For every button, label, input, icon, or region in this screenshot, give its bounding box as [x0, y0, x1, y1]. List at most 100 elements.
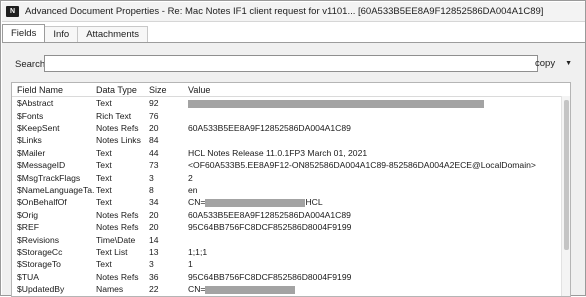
- value-cell: CN= HCL: [188, 197, 568, 207]
- column-header-field-name[interactable]: Field Name: [17, 85, 95, 95]
- size-cell: 76: [149, 110, 159, 121]
- field-name-cell: $MsgTrackFlags: [17, 172, 81, 183]
- value-text: CN=: [188, 284, 206, 295]
- search-label: Search:: [15, 59, 48, 70]
- table-row[interactable]: $REF Notes Refs 20 95C64BB756FC8DCF852586D8…: [12, 221, 570, 233]
- field-name-cell: $KeepSent: [17, 122, 60, 133]
- size-cell: 20: [149, 122, 159, 133]
- value-text: 95C64BB756FC8DCF852586D8004F9199: [188, 271, 352, 282]
- size-cell: 36: [149, 271, 159, 282]
- value-suffix-text: HCL: [305, 197, 323, 208]
- value-text: 1: [188, 259, 193, 270]
- data-type-cell: Time\Date: [96, 234, 136, 245]
- field-name-cell: $TUA: [17, 271, 39, 282]
- table-row[interactable]: $MessageID Text 73 <OF60A533B5.EE8A9F12-ON8…: [12, 159, 570, 171]
- value-cell: [188, 98, 568, 108]
- value-text: 60A533B5EE8A9F12852586DA004A1C89: [188, 122, 351, 133]
- data-type-cell: Rich Text: [96, 110, 132, 121]
- properties-window: N Advanced Document Properties - Re: Mac…: [0, 0, 586, 297]
- data-type-cell: Notes Refs: [96, 222, 139, 233]
- value-cell: 1;1;1: [188, 247, 568, 257]
- column-header-size[interactable]: Size: [149, 85, 185, 95]
- data-type-cell: Text: [96, 197, 112, 208]
- size-cell: 3: [149, 259, 154, 270]
- copy-dropdown-button[interactable]: copy ▼: [535, 56, 572, 71]
- size-cell: 22: [149, 284, 159, 295]
- field-name-cell: $Revisions: [17, 234, 60, 245]
- table-row[interactable]: $Revisions Time\Date 14: [12, 233, 570, 245]
- field-name-cell: $MessageID: [17, 160, 66, 171]
- table-row[interactable]: $Abstract Text 92: [12, 97, 570, 109]
- value-text: <OF60A533B5.EE8A9F12-ON852586DA004A1C89-…: [188, 160, 536, 171]
- fields-table: Field Name Data Type Size Value $Abstrac…: [11, 82, 571, 297]
- size-cell: 13: [149, 246, 159, 257]
- size-cell: 44: [149, 147, 159, 158]
- tab-info[interactable]: Info: [44, 26, 79, 42]
- redaction-block: [205, 285, 296, 294]
- value-cell: 2: [188, 173, 568, 183]
- table-row[interactable]: $StorageCc Text List 13 1;1;1: [12, 246, 570, 258]
- data-type-cell: Text: [96, 147, 112, 158]
- field-name-cell: $Links: [17, 135, 42, 146]
- size-cell: 14: [149, 234, 159, 245]
- field-name-cell: $StorageCc: [17, 246, 63, 257]
- size-cell: 92: [149, 98, 159, 109]
- table-row[interactable]: $Links Notes Links 84: [12, 134, 570, 146]
- tab-attachments[interactable]: Attachments: [77, 26, 149, 42]
- table-row[interactable]: $KeepSent Notes Refs 20 60A533B5EE8A9F12852…: [12, 122, 570, 134]
- data-type-cell: Text: [96, 184, 112, 195]
- value-cell: 95C64BB756FC8DCF852586D8004F9199: [188, 272, 568, 282]
- field-name-cell: $Orig: [17, 209, 39, 220]
- column-header-value[interactable]: Value: [188, 85, 568, 95]
- table-row[interactable]: $Orig Notes Refs 20 60A533B5EE8A9F12852586D…: [12, 209, 570, 221]
- notes-app-icon: N: [6, 6, 19, 17]
- value-cell: 60A533B5EE8A9F12852586DA004A1C89: [188, 123, 568, 133]
- size-cell: 3: [149, 172, 154, 183]
- fields-panel: Search: copy ▼ Field Name Data Type Size…: [2, 43, 585, 297]
- field-name-cell: $UpdatedBy: [17, 284, 65, 295]
- window-title: Advanced Document Properties - Re: Mac N…: [25, 6, 544, 17]
- table-row[interactable]: $Fonts Rich Text 76: [12, 109, 570, 121]
- size-cell: 20: [149, 209, 159, 220]
- table-header: Field Name Data Type Size Value: [12, 83, 570, 97]
- vertical-scrollbar[interactable]: [561, 96, 570, 296]
- column-header-data-type[interactable]: Data Type: [96, 85, 148, 95]
- redaction-block: [188, 99, 484, 108]
- redaction-block: [205, 199, 306, 208]
- value-cell: 60A533B5EE8A9F12852586DA004A1C89: [188, 210, 568, 220]
- tab-bar: Fields Info Attachments: [2, 24, 149, 42]
- data-type-cell: Text: [96, 160, 112, 171]
- value-cell: 1: [188, 259, 568, 269]
- table-row[interactable]: $MsgTrackFlags Text 3 2: [12, 171, 570, 183]
- data-type-cell: Text: [96, 259, 112, 270]
- value-text: 95C64BB756FC8DCF852586D8004F9199: [188, 222, 352, 233]
- search-input[interactable]: [44, 55, 538, 72]
- table-row[interactable]: $NameLanguageTa... Text 8 en: [12, 184, 570, 196]
- value-text: 1;1;1: [188, 246, 208, 257]
- field-name-cell: $REF: [17, 222, 39, 233]
- table-row[interactable]: $StorageTo Text 3 1: [12, 258, 570, 270]
- value-text: en: [188, 184, 198, 195]
- scrollbar-thumb[interactable]: [564, 100, 569, 250]
- data-type-cell: Notes Refs: [96, 271, 139, 282]
- table-row[interactable]: $Mailer Text 44 HCL Notes Release 11.0.1FP3…: [12, 147, 570, 159]
- table-row[interactable]: $UpdatedBy Names 22 CN=: [12, 283, 570, 295]
- table-row[interactable]: $OnBehalfOf Text 34 CN= HCL: [12, 196, 570, 208]
- data-type-cell: Names: [96, 284, 124, 295]
- value-text: 60A533B5EE8A9F12852586DA004A1C89: [188, 209, 351, 220]
- value-text: CN=: [188, 197, 206, 208]
- copy-label: copy: [535, 58, 556, 69]
- data-type-cell: Notes Refs: [96, 209, 139, 220]
- field-name-cell: $Mailer: [17, 147, 46, 158]
- field-name-cell: $Abstract: [17, 98, 54, 109]
- value-text: HCL Notes Release 11.0.1FP3 March 01, 20…: [188, 147, 368, 158]
- table-row[interactable]: $TUA Notes Refs 36 95C64BB756FC8DCF852586D8…: [12, 271, 570, 283]
- field-name-cell: $StorageTo: [17, 259, 61, 270]
- tab-fields[interactable]: Fields: [2, 24, 46, 42]
- size-cell: 84: [149, 135, 159, 146]
- size-cell: 73: [149, 160, 159, 171]
- data-type-cell: Text: [96, 172, 112, 183]
- chevron-down-icon: ▼: [565, 60, 573, 67]
- data-type-cell: Notes Refs: [96, 122, 139, 133]
- title-bar[interactable]: N Advanced Document Properties - Re: Mac…: [2, 2, 585, 22]
